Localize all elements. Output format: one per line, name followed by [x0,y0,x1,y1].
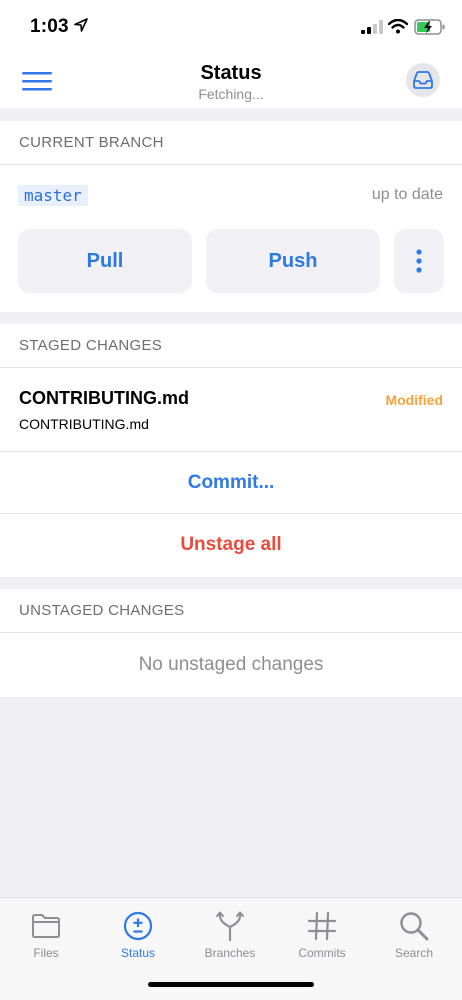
section-header: UNSTAGED CHANGES [0,589,462,633]
navigation-bar: Status Fetching... [0,52,462,108]
file-status-badge: Modified [385,392,443,408]
staged-file-row[interactable]: CONTRIBUTING.md CONTRIBUTING.md Modified [0,368,462,452]
branch-sync-status: up to date [371,186,443,203]
more-vertical-icon [416,249,422,273]
branch-fork-icon [216,911,244,942]
tab-status[interactable]: Status [92,906,184,964]
branch-row: master up to date [0,165,462,225]
location-arrow-icon [74,18,88,32]
tab-label: Branches [204,946,256,960]
unstaged-changes-section: UNSTAGED CHANGES No unstaged changes [0,589,462,697]
hash-icon [307,911,337,941]
tab-label: Commits [298,946,346,960]
tab-files[interactable]: Files [0,906,92,964]
section-header: CURRENT BRANCH [0,121,462,165]
tab-label: Search [394,946,434,960]
inbox-button[interactable] [406,63,440,97]
battery-charging-icon [414,19,445,35]
status-bar: 1:03 [0,0,462,52]
commit-button[interactable]: Commit... [0,452,462,514]
home-indicator[interactable] [148,982,314,987]
folder-icon [32,914,60,938]
unstage-all-button[interactable]: Unstage all [0,514,462,576]
staged-changes-section: STAGED CHANGES CONTRIBUTING.md CONTRIBUT… [0,324,462,577]
pull-button[interactable]: Pull [18,229,192,293]
tab-label: Status [120,946,156,960]
more-options-button[interactable] [394,229,444,293]
wifi-icon [388,19,408,34]
tab-branches[interactable]: Branches [184,906,276,964]
page-subtitle: Fetching... [198,86,264,102]
section-header: STAGED CHANGES [0,324,462,368]
cellular-signal-icon [361,20,383,34]
page-title: Status [200,62,262,84]
file-path: CONTRIBUTING.md [19,416,149,432]
branch-name[interactable]: master [18,185,88,206]
inbox-icon [413,71,433,89]
file-name: CONTRIBUTING.md [19,388,189,408]
current-branch-section: CURRENT BRANCH master up to date Pull Pu… [0,121,462,312]
tab-commits[interactable]: Commits [276,906,368,964]
plus-minus-circle-icon [123,911,153,941]
tab-search[interactable]: Search [368,906,460,964]
search-icon [400,912,429,941]
empty-state-text: No unstaged changes [138,654,324,675]
tab-label: Files [33,946,59,960]
push-button[interactable]: Push [206,229,380,293]
status-time: 1:03 [30,16,69,37]
